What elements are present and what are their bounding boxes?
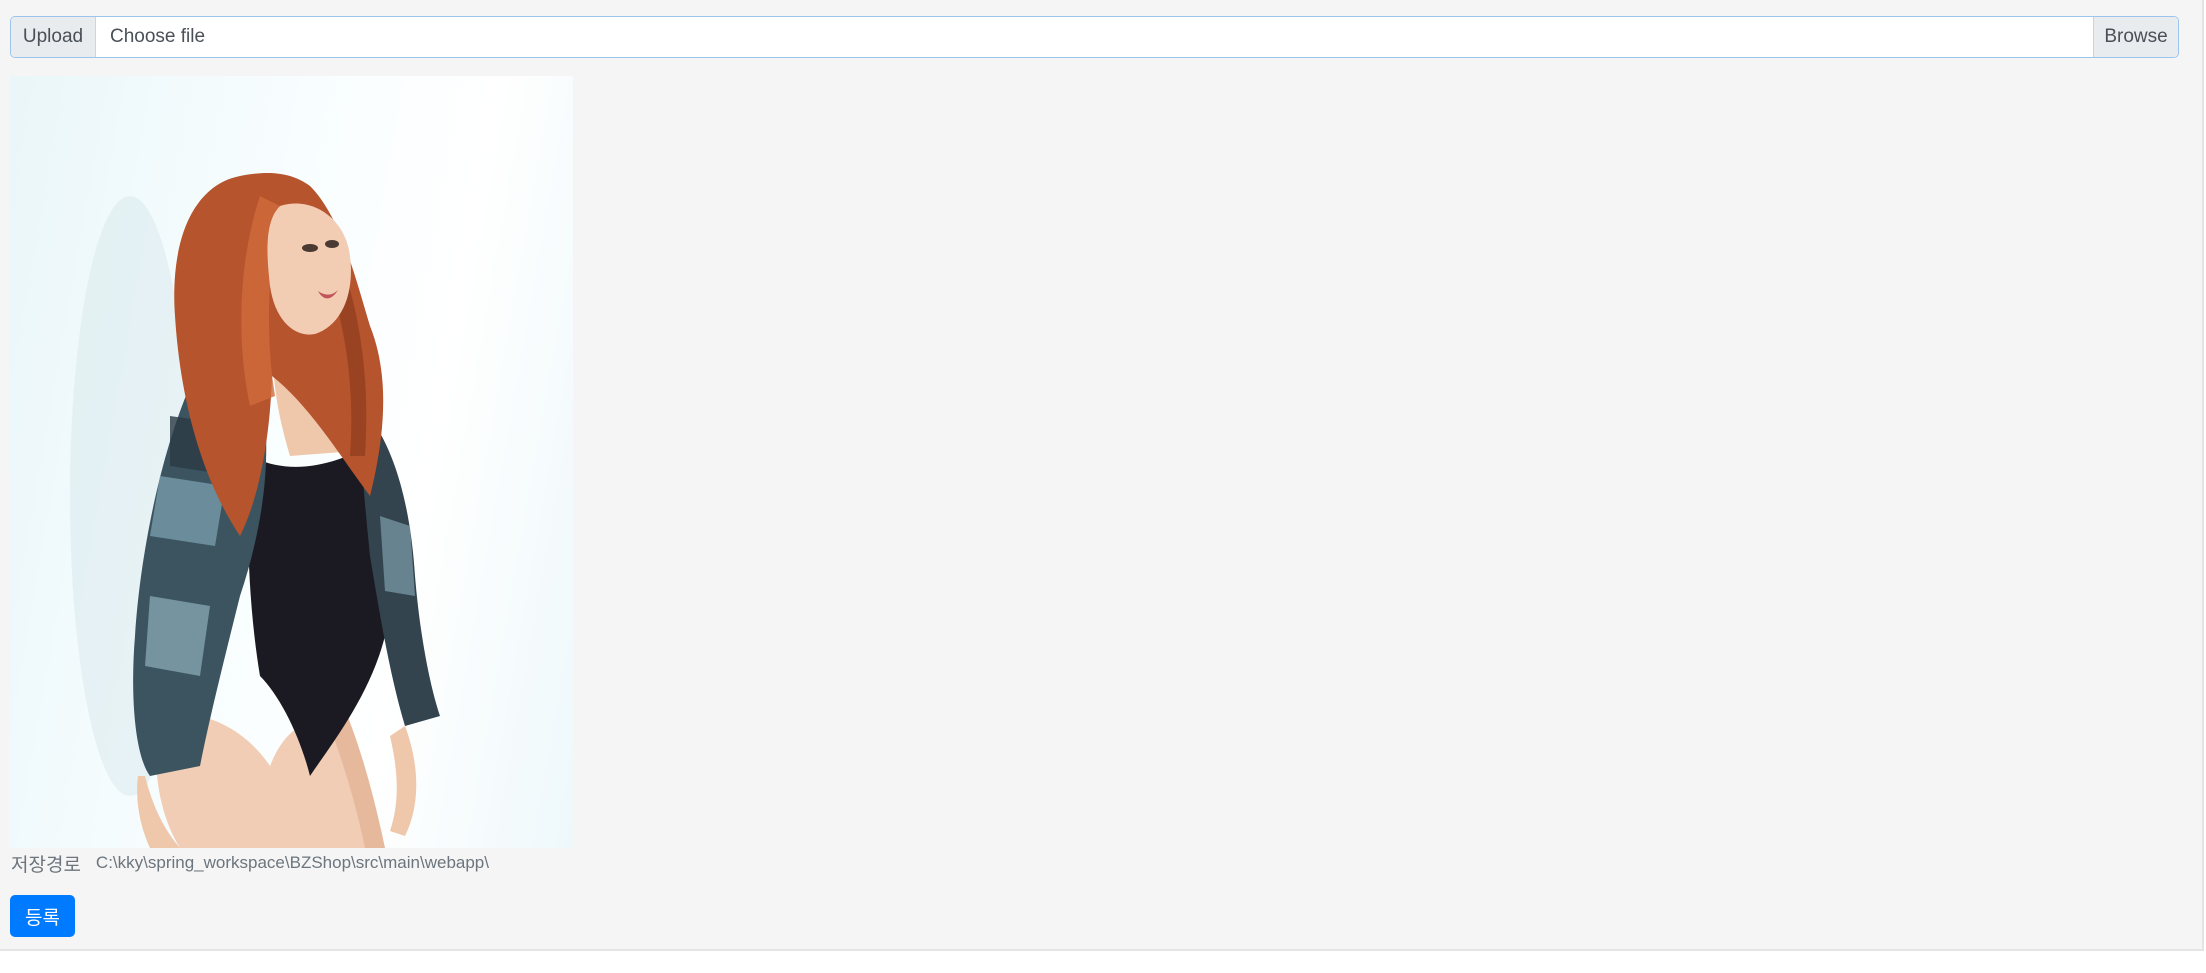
browse-button[interactable]: Browse (2093, 17, 2178, 57)
storage-path-label: 저장경로 (11, 854, 81, 876)
file-upload-group: Upload Choose file Browse (10, 16, 2179, 58)
upload-addon-label: Upload (11, 17, 96, 57)
storage-path-row: 저장경로 C:\kky\spring_workspace\BZShop\src\… (11, 850, 489, 876)
storage-path-value: C:\kky\spring_workspace\BZShop\src\main\… (95, 853, 489, 872)
image-preview (10, 76, 573, 848)
register-button[interactable]: 등록 (10, 895, 75, 937)
page: Upload Choose file Browse 저장경로 C:\kky\sp… (0, 0, 2204, 951)
file-input[interactable]: Choose file (96, 17, 2093, 57)
photo-icon (70, 173, 440, 848)
